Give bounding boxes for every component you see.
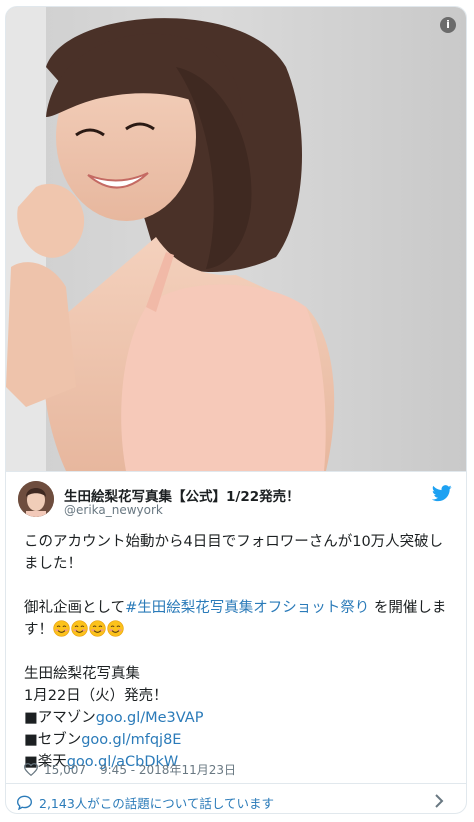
smiling-face-icon	[107, 620, 124, 637]
tweet-author: 生田絵梨花写真集【公式】1/22発売！ @erika_newyork	[18, 481, 454, 519]
display-name[interactable]: 生田絵梨花写真集【公式】1/22発売！	[64, 485, 300, 505]
tweet-timestamp[interactable]: 9:45 - 2018年11月23日	[100, 761, 236, 778]
store-line-amazon: ■アマゾンgoo.gl/Me3VAP	[24, 707, 452, 729]
tweet-meta: 15,007 9:45 - 2018年11月23日	[24, 761, 236, 778]
twitter-bird-icon[interactable]	[432, 485, 452, 502]
smiling-face-icon	[71, 620, 88, 637]
speech-bubble-icon	[16, 795, 33, 810]
heart-icon[interactable]	[24, 763, 38, 776]
book-title: 生田絵梨花写真集	[24, 666, 140, 682]
chevron-right-icon	[435, 794, 444, 808]
info-icon[interactable]: i	[440, 17, 456, 33]
conversation-text: 2,143人がこの話題について話しています	[39, 795, 275, 811]
store-line-seven: ■セブンgoo.gl/mfqj8E	[24, 729, 452, 751]
store-link-seven[interactable]: goo.gl/mfqj8E	[81, 732, 181, 748]
user-handle[interactable]: @erika_newyork	[64, 503, 163, 517]
avatar[interactable]	[18, 481, 54, 517]
tweet-card: i 生田絵梨花写真集【公式】1/22発売！ @erika_newyork このア…	[5, 6, 467, 814]
store-label: ■セブン	[24, 732, 82, 748]
photo-illustration	[6, 7, 466, 471]
hashtag-link[interactable]: #生田絵梨花写真集オフショット祭り	[125, 600, 369, 616]
smiling-face-icon	[89, 620, 106, 637]
like-count[interactable]: 15,007	[44, 763, 86, 777]
conversation-link[interactable]: 2,143人がこの話題について話しています	[16, 791, 456, 813]
campaign-prefix: 御礼企画として	[24, 600, 126, 616]
smiling-emoji-row	[53, 620, 125, 638]
store-link-amazon[interactable]: goo.gl/Me3VAP	[96, 710, 204, 726]
tweet-text: このアカウント始動から4日目でフォロワーさんが10万人突破しました！ 御礼企画と…	[24, 531, 452, 773]
divider	[6, 783, 466, 784]
store-label: ■アマゾン	[24, 710, 96, 726]
smiling-face-icon	[53, 620, 70, 637]
release-date: 1月22日（火）発売！	[24, 688, 168, 704]
tweet-photo[interactable]: i	[6, 7, 466, 472]
tweet-line-milestone: このアカウント始動から4日目でフォロワーさんが10万人突破しました！	[24, 534, 444, 572]
tweet-line-campaign: 御礼企画として#生田絵梨花写真集オフショット祭り を開催します！	[24, 597, 452, 641]
